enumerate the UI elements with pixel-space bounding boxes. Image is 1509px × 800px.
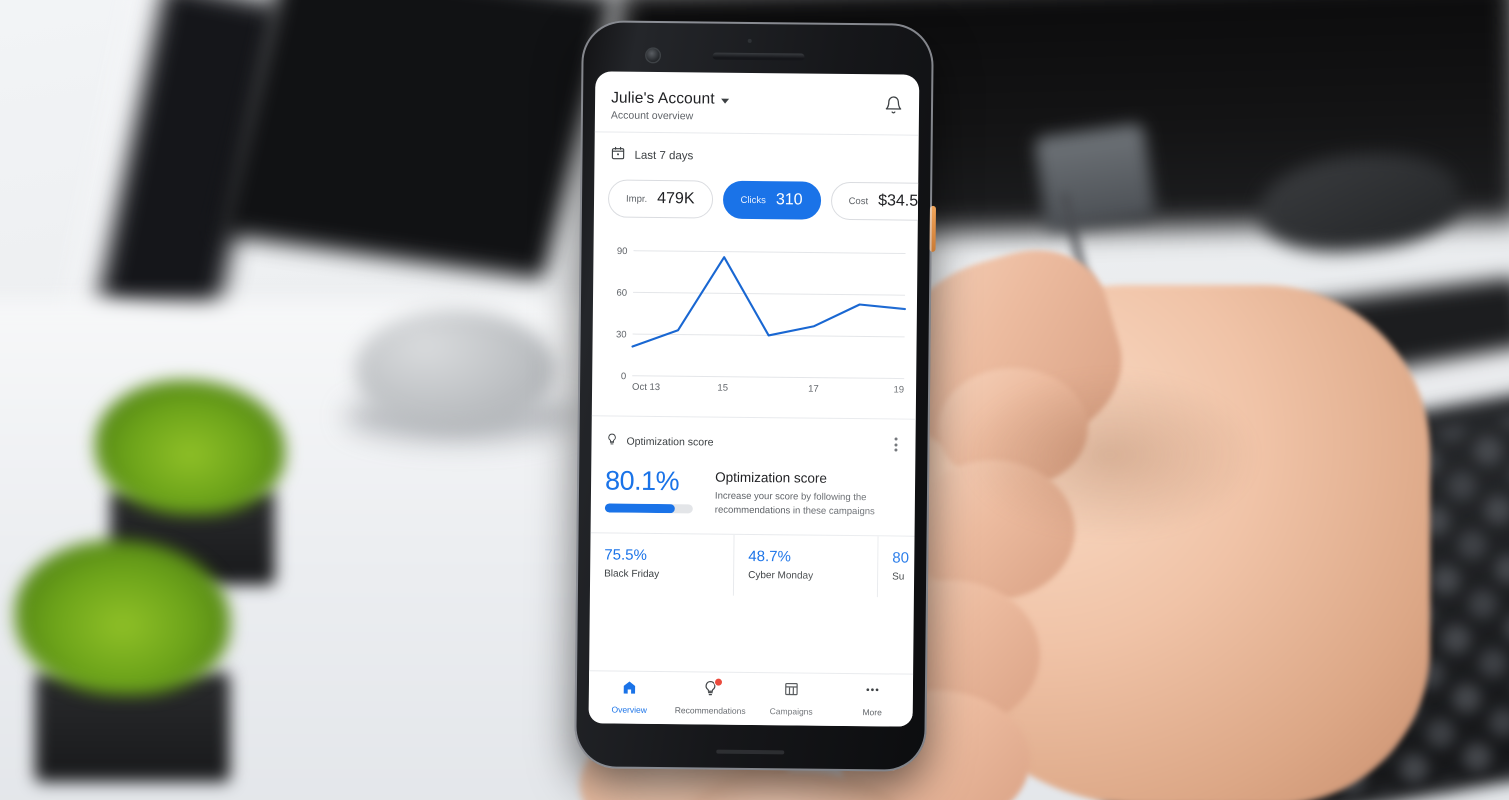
svg-text:60: 60 xyxy=(616,288,627,299)
optimization-header-left: Optimization score xyxy=(605,432,714,451)
hand-holding-phone xyxy=(580,231,1509,800)
nav-item-campaigns[interactable]: Campaigns xyxy=(751,680,832,717)
metric-chip-cost[interactable]: Cost $34.57 xyxy=(830,181,919,221)
table-icon xyxy=(783,680,800,702)
nav-item-recommendations[interactable]: Recommendations xyxy=(670,677,751,716)
svg-text:17: 17 xyxy=(808,384,819,395)
chart-gridlines xyxy=(632,250,906,380)
date-range-selector[interactable]: Last 7 days xyxy=(594,132,918,174)
campaign-score: 80 xyxy=(892,548,910,567)
optimization-body-title: Optimization score xyxy=(715,469,828,486)
optimization-header-title: Optimization score xyxy=(626,435,714,449)
notification-bell-icon[interactable] xyxy=(884,95,903,119)
chip-value: $34.57 xyxy=(878,192,919,210)
account-block[interactable]: Julie's Account Account overview xyxy=(611,89,729,122)
score-progress-fill xyxy=(604,503,676,514)
account-subtitle: Account overview xyxy=(610,109,694,123)
app-header: Julie's Account Account overview xyxy=(594,71,920,136)
chip-label: Cost xyxy=(848,195,869,207)
nav-item-more[interactable]: More xyxy=(832,681,913,718)
optimization-score-value: 80.1% xyxy=(604,465,680,497)
optimization-score-header: Optimization score xyxy=(591,416,915,461)
svg-text:19: 19 xyxy=(893,384,904,395)
smartphone-device: Julie's Account Account overview Last 7 … xyxy=(574,20,937,772)
chart-svg: 0 30 60 90 Oct 13 15 17 19 xyxy=(616,246,906,396)
chart-x-axis-labels: Oct 13 15 17 19 xyxy=(632,382,904,396)
performance-chart[interactable]: 0 30 60 90 Oct 13 15 17 19 xyxy=(592,227,918,414)
chart-line-series xyxy=(631,256,906,348)
chip-value: 479K xyxy=(657,189,695,208)
nav-label: More xyxy=(862,707,882,718)
campaign-card[interactable]: 80 Su xyxy=(877,535,915,598)
front-camera xyxy=(646,48,660,62)
chart-y-axis-labels: 0 30 60 90 xyxy=(616,246,628,382)
metric-chips-row[interactable]: Impr. 479K Clicks 310 Cost $34.57 xyxy=(594,171,919,230)
nav-label: Campaigns xyxy=(769,706,813,717)
account-name: Julie's Account xyxy=(611,89,715,108)
campaign-name: Black Friday xyxy=(604,567,660,580)
phone-screen: Julie's Account Account overview Last 7 … xyxy=(588,71,920,727)
background-smart-speaker xyxy=(355,310,555,430)
chip-label: Impr. xyxy=(626,193,648,205)
earpiece-speaker xyxy=(712,52,805,61)
score-column: 80.1% xyxy=(604,465,702,517)
notification-badge xyxy=(713,677,723,687)
campaign-name: Su xyxy=(892,570,905,583)
account-selector[interactable]: Julie's Account xyxy=(611,89,729,108)
svg-text:90: 90 xyxy=(617,246,628,257)
svg-text:Oct 13: Oct 13 xyxy=(632,382,660,393)
metric-chip-clicks[interactable]: Clicks 310 xyxy=(722,180,821,220)
nav-label: Overview xyxy=(611,704,647,715)
bottom-navigation-bar[interactable]: Overview Recommendations Campaigns More xyxy=(588,670,914,727)
optimization-score-body: 80.1% Optimization score Increase your s… xyxy=(591,458,916,535)
more-vertical-icon[interactable] xyxy=(890,433,901,455)
score-progress-track xyxy=(604,503,693,514)
score-text-column: Optimization score Increase your score b… xyxy=(715,468,902,519)
background-desk-object xyxy=(1033,122,1157,233)
chevron-down-icon[interactable] xyxy=(720,98,729,104)
power-button[interactable] xyxy=(929,205,937,252)
background-plant xyxy=(95,380,285,515)
hand-shading xyxy=(960,370,1260,540)
campaign-name: Cyber Monday xyxy=(748,569,814,582)
nav-item-overview[interactable]: Overview xyxy=(589,678,670,715)
nav-label: Recommendations xyxy=(674,705,746,716)
proximity-sensor xyxy=(747,38,752,43)
optimization-body-description: Increase your score by following the rec… xyxy=(714,490,875,518)
chip-label: Clicks xyxy=(740,194,766,206)
campaign-card[interactable]: 75.5% Black Friday xyxy=(589,532,735,596)
chip-value: 310 xyxy=(775,191,803,209)
background-plant xyxy=(15,540,230,695)
lightbulb-icon xyxy=(605,432,618,450)
photo-scene: Julie's Account Account overview Last 7 … xyxy=(0,0,1509,800)
lightbulb-icon xyxy=(702,677,723,701)
campaign-score: 75.5% xyxy=(604,545,647,564)
svg-text:0: 0 xyxy=(621,371,626,382)
campaign-card[interactable]: 48.7% Cyber Monday xyxy=(733,534,879,597)
home-icon xyxy=(621,679,638,701)
campaign-score: 48.7% xyxy=(748,547,791,565)
svg-text:15: 15 xyxy=(717,383,728,394)
campaign-cards-row[interactable]: 75.5% Black Friday 48.7% Cyber Monday 80… xyxy=(589,531,915,598)
bottom-speaker xyxy=(716,749,785,755)
svg-text:30: 30 xyxy=(616,329,627,340)
metric-chip-impressions[interactable]: Impr. 479K xyxy=(607,179,713,219)
more-horizontal-icon xyxy=(864,681,881,703)
calendar-icon xyxy=(610,145,625,165)
date-range-label: Last 7 days xyxy=(634,149,694,163)
